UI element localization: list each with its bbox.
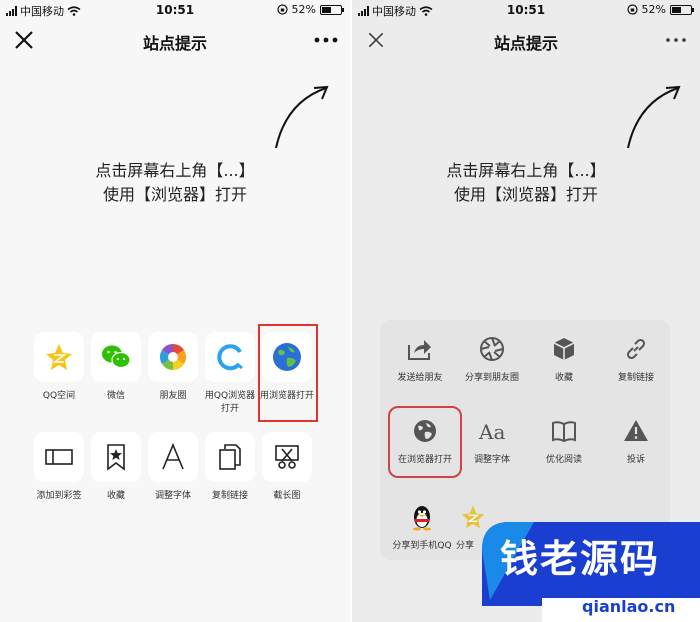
cube-icon (553, 338, 575, 360)
share-arrow-icon (408, 340, 431, 360)
menu-item-share-moments[interactable]: 分享到朋友圈 (456, 332, 528, 384)
menu-item-label: 复制链接 (211, 491, 248, 501)
rotation-lock-icon (626, 4, 638, 15)
copy-icon-tile (205, 432, 255, 482)
right-panel: 中国移动 10:51 52% 站点提示 点击屏幕右上角【...】 使用【浏览器】… (352, 0, 700, 622)
menu-item-label: 收藏 (106, 491, 125, 501)
status-bar: 中国移动 10:51 52% (0, 0, 350, 20)
watermark-title: 钱老源码 (500, 537, 661, 581)
menu-item-label: 复制链接 (617, 373, 654, 383)
highlight-open-in-browser (388, 406, 462, 478)
menu-item-label: 发送给朋友 (397, 373, 443, 383)
aperture-icon (480, 337, 504, 361)
menu-item-label: QQ空间 (42, 391, 76, 401)
more-icon[interactable] (312, 28, 340, 52)
status-bar: 中国移动 10:51 52% (352, 0, 700, 20)
warning-icon-wrap (600, 414, 672, 448)
menu-item-copy-link[interactable]: 复制链接 (600, 332, 672, 384)
menu-item-label: 分享到朋友圈 (464, 373, 519, 383)
hint-line-2: 使用【浏览器】打开 (102, 185, 247, 204)
qzone-icon-tile (34, 332, 84, 382)
link-icon (626, 338, 646, 360)
battery-icon (320, 4, 344, 15)
hint-line-1: 点击屏幕右上角【...】 (95, 161, 255, 180)
copy-icon (219, 444, 241, 470)
qq-icon-wrap (386, 500, 458, 534)
qzone-star-icon (46, 344, 72, 370)
battery-percent: 52% (291, 3, 316, 16)
battery-percent: 52% (641, 3, 666, 16)
menu-item-label: 添加到彩签 (36, 491, 82, 501)
send-icon-wrap (384, 332, 456, 366)
menu-item-add-tag[interactable]: 添加到彩签 (32, 432, 86, 503)
menu-item-send-friend[interactable]: 发送给朋友 (384, 332, 456, 384)
battery-icon (670, 4, 694, 15)
watermark-url: qianlao.cn (582, 597, 676, 616)
menu-item-font-size[interactable]: Aa 调整字体 (456, 414, 528, 466)
scissors-icon (275, 445, 299, 469)
cube-icon-wrap (528, 332, 600, 366)
menu-item-favorite[interactable]: 收藏 (528, 332, 600, 384)
hint-line-2: 使用【浏览器】打开 (453, 185, 598, 204)
aperture-icon-wrap (456, 332, 528, 366)
moments-icon (159, 343, 187, 371)
menu-item-wechat[interactable]: 微信 (89, 332, 143, 403)
menu-item-qq-browser[interactable]: 用QQ浏览器打开 (203, 332, 257, 416)
menu-item-label: 收藏 (554, 373, 573, 383)
status-right: 52% (626, 3, 694, 16)
page-title: 站点提示 (493, 34, 558, 53)
nav-bar: 站点提示 (0, 20, 350, 60)
wechat-icon-tile (91, 332, 141, 382)
menu-item-copy-link[interactable]: 复制链接 (203, 432, 257, 503)
moments-icon-tile (148, 332, 198, 382)
menu-item-favorite[interactable]: 收藏 (89, 432, 143, 503)
bookmark-star-icon (107, 444, 125, 471)
warning-icon (624, 420, 648, 441)
menu-item-qzone[interactable]: QQ空间 (32, 332, 86, 403)
font-a-icon (162, 443, 184, 470)
menu-item-share-qq[interactable]: 分享到手机QQ (386, 500, 458, 552)
left-panel: 中国移动 10:51 52% 站点提示 点击屏幕右上角【...】 使用【浏览器】… (0, 0, 350, 622)
rotation-lock-icon (276, 4, 288, 15)
menu-item-report[interactable]: 投诉 (600, 414, 672, 466)
highlight-open-in-browser (258, 324, 318, 422)
qq-browser-icon-tile (205, 332, 255, 382)
bookmark-icon-tile (91, 432, 141, 482)
menu-item-label: 分享到手机QQ (392, 541, 452, 551)
menu-item-label: 微信 (106, 391, 125, 401)
nav-bar: 站点提示 (352, 20, 700, 60)
font-icon-tile (148, 432, 198, 482)
book-icon-wrap (528, 414, 600, 448)
link-icon-wrap (600, 332, 672, 366)
arrow-pointer-icon (627, 85, 681, 149)
menu-item-label: 朋友圈 (159, 391, 187, 401)
scissors-icon-tile (262, 432, 312, 482)
menu-item-optimize-reading[interactable]: 优化阅读 (528, 414, 600, 466)
menu-item-font-size[interactable]: 调整字体 (146, 432, 200, 503)
hint-line-1: 点击屏幕右上角【...】 (446, 161, 606, 180)
status-right: 52% (276, 3, 344, 16)
more-icon[interactable] (662, 28, 690, 52)
menu-item-label: 调整字体 (473, 455, 510, 465)
menu-item-long-screenshot[interactable]: 截长图 (260, 432, 314, 503)
qq-penguin-icon (413, 506, 431, 531)
font-aa-icon-wrap: Aa (456, 414, 528, 448)
page-title: 站点提示 (142, 34, 207, 53)
svg-text:Aa: Aa (478, 420, 505, 443)
menu-item-label: 优化阅读 (545, 455, 582, 465)
qq-browser-icon (217, 344, 243, 371)
screenshot-root: 中国移动 10:51 52% 站点提示 点击屏幕右上角【...】 使用【浏览器】… (0, 0, 700, 622)
menu-item-label: 投诉 (626, 455, 645, 465)
menu-item-label: 截长图 (273, 491, 301, 501)
tag-rect-icon (45, 449, 73, 465)
wechat-icon (102, 345, 131, 369)
book-icon (552, 421, 576, 443)
tag-icon-tile (34, 432, 84, 482)
arrow-pointer-icon (275, 85, 329, 149)
menu-item-label: 用QQ浏览器打开 (204, 391, 256, 414)
menu-item-label: 调整字体 (154, 491, 191, 501)
menu-item-moments[interactable]: 朋友圈 (146, 332, 200, 403)
font-aa-icon: Aa (478, 420, 505, 443)
